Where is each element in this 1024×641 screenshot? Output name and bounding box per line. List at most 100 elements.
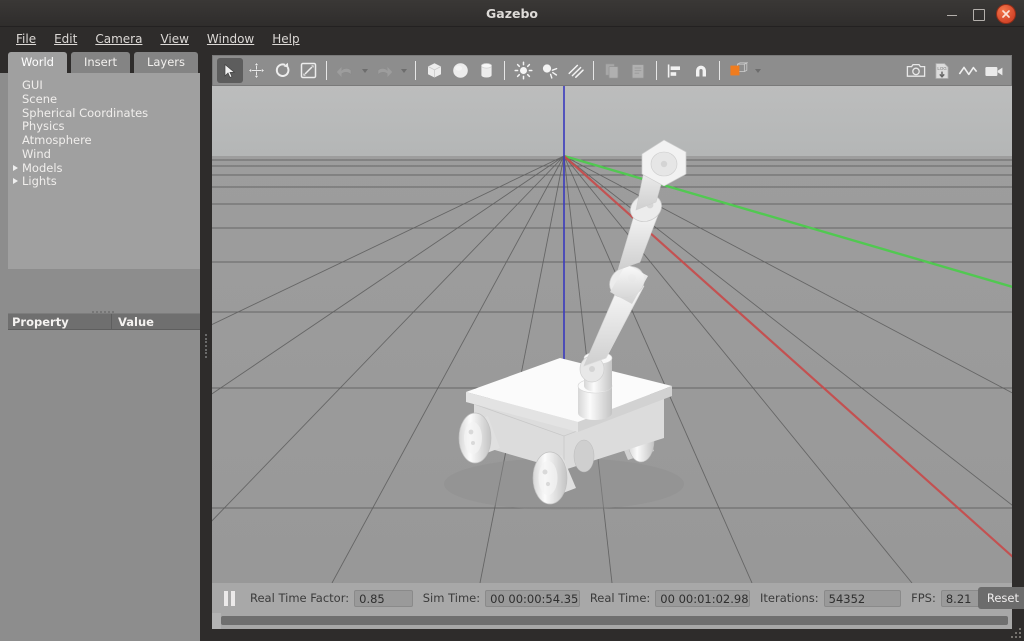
tree-item-models[interactable]: Models [8, 161, 206, 175]
tree-item-label: GUI [22, 77, 43, 92]
move-arrows-icon[interactable] [243, 58, 269, 83]
tree-item-lights[interactable]: Lights [8, 174, 206, 188]
scale-icon[interactable] [295, 58, 321, 83]
pause-icon[interactable] [218, 587, 240, 609]
sim-time-label: Sim Time: [422, 591, 481, 605]
cylinder-icon[interactable] [473, 58, 499, 83]
tab-world[interactable]: World [8, 52, 67, 73]
resize-grip[interactable] [1007, 624, 1021, 638]
menu-help[interactable]: Help [264, 29, 307, 49]
property-table-header: Property Value [8, 313, 206, 330]
sim-time-value[interactable]: 00 00:00:54.352 [485, 589, 580, 607]
expand-arrow-icon[interactable] [11, 176, 21, 186]
tree-item-label: Physics [22, 119, 65, 134]
menu-bar: File Edit Camera View Window Help [0, 27, 1024, 51]
video-camera-icon[interactable] [981, 58, 1007, 83]
tree-item-gui[interactable]: GUI [8, 78, 206, 92]
tree-item-label: Wind [22, 146, 51, 161]
box-icon[interactable] [421, 58, 447, 83]
magnet-icon[interactable] [688, 58, 714, 83]
left-panel: World Insert Layers GUI Scene Spherical … [0, 51, 206, 641]
toolbar-separator [656, 61, 657, 80]
menu-camera-label: Camera [95, 32, 143, 46]
3d-viewport[interactable] [212, 86, 1012, 583]
tree-item-label: Atmosphere [22, 133, 92, 148]
world-tree[interactable]: GUI Scene Spherical Coordinates Physics … [8, 73, 206, 269]
tree-item-label: Spherical Coordinates [22, 105, 149, 120]
gazebo-scene [212, 86, 1012, 583]
view-cube-icon[interactable] [725, 58, 751, 83]
spot-light-icon[interactable] [536, 58, 562, 83]
expand-arrow-icon[interactable] [11, 163, 21, 173]
main-toolbar: LOG [212, 55, 1012, 86]
menu-camera[interactable]: Camera [87, 29, 150, 49]
vertical-splitter[interactable] [200, 51, 212, 641]
log-save-icon[interactable]: LOG [929, 58, 955, 83]
menu-window-label: Window [206, 32, 255, 46]
chevron-down-icon[interactable] [358, 58, 371, 83]
menu-file[interactable]: File [8, 29, 44, 49]
expand-arrow-icon [11, 80, 21, 90]
tree-item-spherical-coordinates[interactable]: Spherical Coordinates [8, 106, 206, 120]
expand-arrow-icon [11, 135, 21, 145]
menu-window[interactable]: Window [199, 29, 262, 49]
undo-arrow-icon[interactable] [332, 58, 358, 83]
gazebo-window: Gazebo File Edit Camera View Window Help… [0, 0, 1024, 641]
menu-view-label: View [160, 32, 189, 46]
tree-item-physics[interactable]: Physics [8, 119, 206, 133]
menu-edit-label: Edit [54, 32, 78, 46]
menu-edit[interactable]: Edit [46, 29, 85, 49]
tab-insert[interactable]: Insert [70, 52, 130, 73]
toolbar-separator [326, 61, 327, 80]
window-controls [944, 0, 1016, 27]
svg-text:LOG: LOG [937, 66, 947, 71]
left-panel-tabs: World Insert Layers [0, 51, 206, 73]
paste-icon[interactable] [625, 58, 651, 83]
wheel-rear-left [573, 439, 595, 473]
align-icon[interactable] [662, 58, 688, 83]
tree-item-label: Models [22, 160, 63, 175]
minimize-icon[interactable] [944, 6, 960, 22]
timeline-scrollbar[interactable] [212, 613, 1012, 629]
toolbar-separator [504, 61, 505, 80]
reset-button[interactable]: Reset [977, 587, 1024, 609]
real-time-value[interactable]: 00 00:01:02.985 [655, 589, 750, 607]
column-header-value[interactable]: Value [112, 314, 206, 329]
fps-label: FPS: [911, 591, 936, 605]
column-header-property[interactable]: Property [8, 314, 112, 329]
tree-item-wind[interactable]: Wind [8, 147, 206, 161]
menu-help-label: Help [272, 32, 300, 46]
scrollbar-left-cap [212, 613, 221, 629]
toolbar-separator [593, 61, 594, 80]
point-light-icon[interactable] [510, 58, 536, 83]
property-table: Property Value [8, 313, 206, 641]
sphere-icon[interactable] [447, 58, 473, 83]
plot-line-icon[interactable] [955, 58, 981, 83]
redo-arrow-icon[interactable] [371, 58, 397, 83]
menu-view[interactable]: View [152, 29, 196, 49]
chevron-down-icon[interactable] [397, 58, 410, 83]
toolbar-separator [415, 61, 416, 80]
toolbar-separator [719, 61, 720, 80]
window-title: Gazebo [486, 6, 538, 21]
real-time-label: Real Time: [589, 591, 651, 605]
close-icon[interactable] [996, 3, 1016, 24]
camera-icon[interactable] [903, 58, 929, 83]
tab-layers[interactable]: Layers [133, 52, 199, 73]
expand-arrow-icon [11, 121, 21, 131]
iterations-value[interactable]: 54352 [823, 589, 902, 607]
menu-file-label: File [16, 32, 37, 46]
copy-icon[interactable] [599, 58, 625, 83]
splitter-grip [204, 332, 208, 360]
cursor-arrow-icon[interactable] [217, 58, 243, 83]
rotate-icon[interactable] [269, 58, 295, 83]
tree-item-label: Scene [22, 91, 58, 106]
scrollbar-track[interactable] [221, 616, 1008, 625]
directional-light-icon[interactable] [562, 58, 588, 83]
real-time-factor-value[interactable]: 0.85 [354, 589, 413, 607]
title-bar: Gazebo [0, 0, 1024, 27]
maximize-icon[interactable] [970, 6, 986, 22]
tree-item-atmosphere[interactable]: Atmosphere [8, 133, 206, 147]
tree-item-scene[interactable]: Scene [8, 92, 206, 106]
chevron-down-icon[interactable] [751, 58, 764, 83]
